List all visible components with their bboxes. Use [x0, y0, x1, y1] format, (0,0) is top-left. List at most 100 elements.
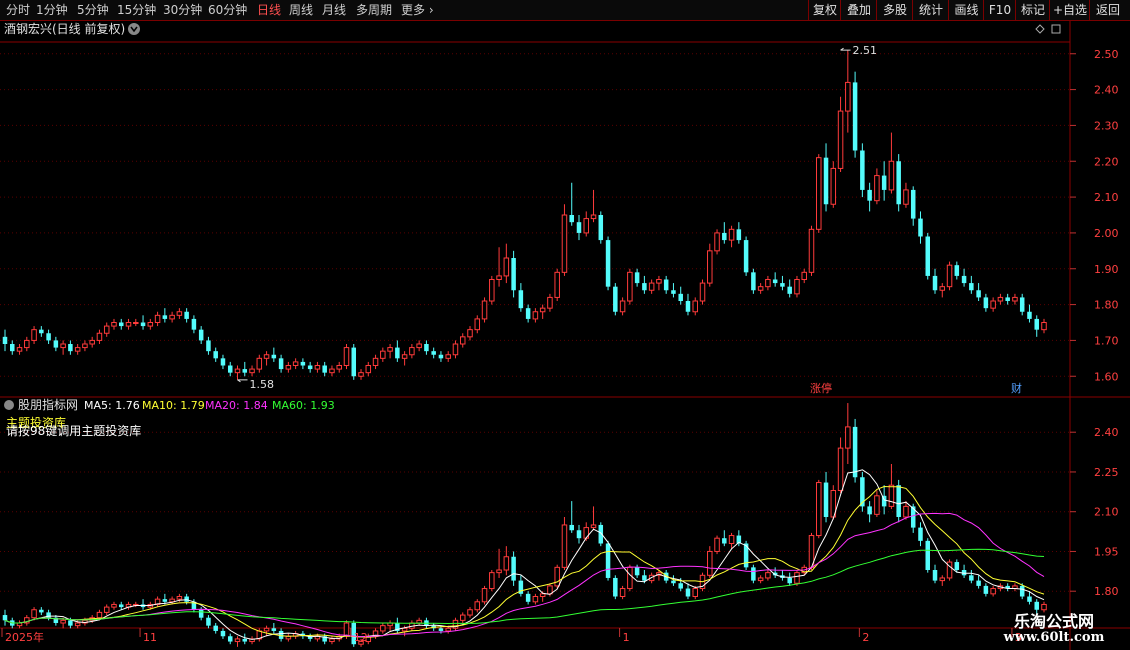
- main-candle-body: [678, 293, 683, 301]
- main-candle-body: [206, 340, 211, 352]
- toolbar-button-2[interactable]: 多股: [876, 0, 913, 20]
- main-candle-body: [438, 354, 444, 359]
- indicator-candle-body: [852, 426, 858, 478]
- indicator-candle-body: [837, 447, 844, 492]
- main-candle-body: [525, 308, 531, 319]
- main-candle-body: [881, 175, 887, 190]
- main-candle-body: [329, 368, 335, 374]
- main-candle-body: [860, 150, 865, 190]
- period-tab-1[interactable]: 1分钟: [36, 0, 68, 20]
- main-candle-body: [459, 336, 466, 345]
- indicator-candle-body: [532, 596, 539, 603]
- main-candle-body: [409, 347, 415, 356]
- indicator-candle-body: [845, 426, 851, 449]
- indicator-candle-body: [671, 580, 676, 584]
- main-candle-body: [103, 325, 110, 334]
- main-candle-body: [772, 279, 778, 284]
- main-candle-body: [663, 279, 669, 291]
- main-candle-body: [583, 218, 590, 234]
- main-candle-body: [961, 275, 967, 284]
- stock-chart[interactable]: 2.50 2.40 2.30 2.20 2.10 2.00 1.90 1.80 1.70 1.60…: [0, 21, 1130, 650]
- indicator-candle-body: [184, 596, 189, 602]
- main-candle-body: [503, 257, 510, 277]
- indicator-candle-body: [220, 630, 226, 637]
- indicator-candle-body: [576, 530, 582, 539]
- period-tab-2[interactable]: 5分钟: [77, 0, 109, 20]
- toolbar-button-8[interactable]: 返回: [1089, 0, 1126, 20]
- main-candle-body: [292, 361, 299, 366]
- main-candle-body: [489, 279, 495, 302]
- indicator-candle-body: [554, 566, 560, 587]
- main-candle-body: [2, 336, 8, 344]
- main-candle-body: [751, 272, 756, 291]
- toolbar-button-7[interactable]: +自选: [1049, 0, 1090, 20]
- price-axis-main: 2.50 2.40 2.30 2.20 2.10 2.00 1.90 1.80 1.70 1.60: [1070, 48, 1119, 383]
- main-candle-body: [816, 157, 822, 230]
- main-candle-body: [990, 300, 996, 309]
- toolbar-button-3[interactable]: 统计: [912, 0, 949, 20]
- main-candle-body: [395, 347, 400, 359]
- date-label: 11: [143, 631, 157, 644]
- period-tab-0[interactable]: 分时: [6, 0, 30, 20]
- period-tab-10[interactable]: 更多 ›: [401, 0, 434, 20]
- main-candle-body: [896, 161, 901, 205]
- indicator-dropdown-icon[interactable]: [4, 400, 14, 410]
- indicator-candle-body: [525, 593, 531, 602]
- main-candle-body: [307, 365, 313, 370]
- indicator-candle-body: [1019, 585, 1025, 597]
- period-tab-4[interactable]: 30分钟: [163, 0, 202, 20]
- main-candle-body: [481, 300, 488, 320]
- toolbar-button-0[interactable]: 复权: [808, 0, 841, 20]
- indicator-candle-body: [932, 570, 938, 581]
- main-candle-body: [946, 264, 953, 288]
- main-candle-body: [60, 343, 66, 349]
- main-candle-body: [648, 282, 655, 291]
- ma-legend-0: MA5: 1.76: [84, 399, 140, 412]
- indicator-candle-body: [68, 620, 73, 626]
- indicator-candle-body: [605, 543, 611, 578]
- title-dropdown-icon[interactable]: [128, 23, 140, 35]
- price-label-lower: 2.40: [1094, 426, 1119, 439]
- main-candle-body: [757, 286, 764, 291]
- main-candle-body: [89, 339, 95, 345]
- main-candle-body: [837, 110, 844, 169]
- period-tab-6[interactable]: 日线: [257, 0, 281, 20]
- indicator-candle-body: [206, 617, 211, 626]
- indicator-candle-body: [751, 567, 756, 581]
- main-candle-body: [249, 368, 255, 374]
- price-label-lower: 2.10: [1094, 506, 1119, 519]
- price-label-main: 1.60: [1094, 370, 1119, 383]
- main-candle-body: [336, 365, 342, 370]
- period-tab-9[interactable]: 多周期: [356, 0, 392, 20]
- main-candle-body: [387, 347, 393, 352]
- main-candle-body: [969, 283, 974, 291]
- main-candle-body: [191, 318, 197, 330]
- period-tab-7[interactable]: 周线: [289, 0, 313, 20]
- main-candle-body: [925, 236, 931, 276]
- main-candle-body: [372, 357, 379, 367]
- period-tab-8[interactable]: 月线: [322, 0, 346, 20]
- main-candle-body: [176, 311, 183, 316]
- indicator-candle-body: [213, 625, 218, 631]
- indicator-candle-body: [1027, 596, 1032, 602]
- indicator-candle-body: [2, 615, 8, 621]
- toolbar-button-5[interactable]: F10: [983, 0, 1016, 20]
- date-label: 12: [354, 631, 368, 644]
- period-tab-5[interactable]: 60分钟: [208, 0, 247, 20]
- toolbar-button-1[interactable]: 叠加: [840, 0, 877, 20]
- main-candle-body: [431, 351, 436, 355]
- toolbar-button-4[interactable]: 画线: [948, 0, 984, 20]
- main-candle-body: [787, 286, 792, 294]
- period-tab-3[interactable]: 15分钟: [117, 0, 156, 20]
- indicator-candle-body: [613, 577, 618, 597]
- price-label-main: 1.70: [1094, 334, 1119, 347]
- main-candle-body: [780, 283, 785, 287]
- price-axis-indicator: 2.40 2.25 2.10 1.95 1.80: [1070, 426, 1119, 598]
- indicator-note: 请按98键调用主题投资库: [6, 423, 141, 438]
- main-candle-body: [976, 290, 981, 298]
- main-candle-body: [997, 296, 1004, 302]
- indicator-candle-body: [823, 482, 829, 517]
- main-candle-body: [619, 300, 626, 313]
- toolbar-button-6[interactable]: 标记: [1015, 0, 1050, 20]
- main-candle-body: [1034, 318, 1039, 330]
